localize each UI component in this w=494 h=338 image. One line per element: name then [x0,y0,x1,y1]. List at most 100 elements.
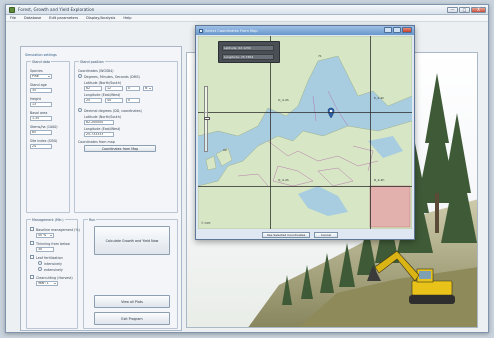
select-coordinates-dialog: Select Coordinates From Map 71 O_4-4h P_… [195,25,415,240]
map-grid-line [198,186,412,187]
map-view[interactable]: 71 O_4-4h P_4-4h 90 Q_4-4h R_4-4h Latitu… [198,36,412,229]
management-title: Management (Mtr.) [31,217,65,222]
thinning-label: Thinning from below [36,241,70,246]
menu-bar: File Database Edit parameters Display/An… [6,15,488,22]
latitude-readout: Latitude: 62.1234 [222,45,274,51]
dialog-window-controls [384,27,412,33]
menu-file[interactable]: File [10,16,16,20]
grid-cell-label: 90 [223,148,227,152]
lon-minutes-input[interactable]: 44 [105,98,123,103]
thinning-input[interactable]: 30 [36,247,54,252]
extensive-radio[interactable] [38,267,42,271]
calculate-button[interactable]: Calculate Growth and Yield Now [94,226,170,255]
coordinates-from-map-button[interactable]: Coordinates from Map [84,145,156,152]
site-index-input[interactable]: 24 [30,144,52,149]
coordinates-label: Coordinates (WGS84) [78,69,114,73]
clearcutting-checkbox[interactable] [30,275,34,279]
baseline-checkbox[interactable] [30,227,34,231]
dialog-maximize-button[interactable] [393,27,401,33]
title-bar[interactable]: Forest, Growth and Yield Exploration — □… [6,5,488,15]
coordinates-readout: Latitude: 62.1234 Longitude: 25.7654 [218,41,280,63]
grid-cell-label: O_4-4h [278,98,289,102]
height-input[interactable]: 13 [30,102,52,107]
dialog-title: Select Coordinates From Map [205,28,258,33]
lon-degrees-input[interactable]: 25 [84,98,102,103]
map-grid-line [270,36,271,229]
use-selected-coordinates-button[interactable]: Use Selected Coordinates [262,232,310,238]
menu-help[interactable]: Help [123,16,131,20]
decimal-degrees-radio[interactable] [78,108,82,112]
run-title: Run [88,217,97,222]
menu-database[interactable]: Database [24,16,41,20]
settings-title: Simulation settings [25,53,57,57]
lat-minutes-input[interactable]: 12 [105,86,123,91]
view-plots-button[interactable]: View all Plots [94,295,170,308]
latitude-label: Latitude (North/South) [84,81,122,85]
stems-input[interactable]: 65 [30,130,52,135]
map-copyright: © OSM [201,222,211,225]
map-grid-line [198,112,412,113]
grid-cell-label: Q_4-4h [278,178,289,182]
dms-option-label: Degrees, Minutes, Seconds (DMS) [84,74,140,79]
stems-label: Stems/ha (1000) [30,125,58,129]
dialog-icon [199,28,203,33]
europe-map-graphic [198,36,412,229]
baseline-label: Baseline management (%) [36,227,80,232]
management-group: Management (Mtr.) Baseline management (%… [26,217,80,329]
height-label: Height [30,97,41,101]
stand-data-group: Stand data Species Pine Stand age 35 Hei… [26,59,70,213]
maximize-button[interactable]: □ [459,6,470,13]
lat-degrees-input[interactable]: 62 [84,86,102,91]
lat-hemisphere-select[interactable]: N [143,86,153,91]
basal-area-input[interactable]: 1.35 [30,116,52,121]
longitude-decimal-input[interactable]: 25.733333 [84,132,114,137]
basal-area-label: Basal area [30,111,48,115]
from-map-label: Coordinates from map [78,140,115,144]
map-grid-line [370,36,371,229]
run-group: Run Calculate Growth and Yield Now View … [83,217,178,329]
stand-position-group: Stand position Coordinates (WGS84) Degre… [74,59,178,213]
app-title: Forest, Growth and Yield Exploration [18,7,95,12]
latitude2-label: Latitude (North/South) [84,115,122,119]
clearcutting-year-select[interactable]: Year: 1 [36,281,58,286]
stand-age-label: Stand age [30,83,47,87]
intensive-radio[interactable] [38,261,42,265]
menu-edit-parameters[interactable]: Edit parameters [49,16,78,20]
site-index-label: Site index (SI50) [30,139,58,143]
grid-cell-label: P_4-4h [374,96,385,100]
dialog-minimize-button[interactable] [384,27,392,33]
cancel-button[interactable]: Cancel [314,232,338,238]
longitude2-label: Longitude (East/West) [84,127,121,131]
lat-seconds-input[interactable]: 0 [126,86,140,91]
grid-cell-label: 71 [318,54,322,58]
stand-position-title: Stand position [79,59,105,64]
app-logo-icon [9,6,15,13]
close-button[interactable]: X [471,6,486,13]
stand-age-input[interactable]: 35 [30,88,52,93]
minimize-button[interactable]: — [447,6,458,13]
decimal-option-label: Decimal degrees (DD, coordinates) [84,108,142,113]
lon-seconds-input[interactable]: 0 [126,98,140,103]
intensive-label: intensively [44,261,62,266]
longitude-label: Longitude (East/West) [84,93,121,97]
zoom-slider-handle[interactable] [204,117,210,120]
dms-radio[interactable] [78,74,82,78]
species-select[interactable]: Pine [30,74,52,79]
latitude-decimal-input[interactable]: 62.200000 [84,120,114,125]
dialog-close-button[interactable] [402,27,412,33]
menu-display-analysis[interactable]: Display/Analysis [86,16,115,20]
grid-cell-label: R_4-4h [374,178,385,182]
fertilization-checkbox[interactable] [30,255,34,259]
thinning-checkbox[interactable] [30,241,34,245]
fertilization-label: Leaf fertilization [36,255,63,260]
longitude-readout: Longitude: 25.7654 [222,54,274,60]
window-controls: — □ X [447,6,486,13]
zoom-slider[interactable] [204,86,210,152]
baseline-select[interactable]: 50 % [36,233,54,238]
stand-data-title: Stand data [31,59,52,64]
species-label: Species [30,69,43,73]
extensive-label: extensively [44,267,63,272]
dialog-title-bar[interactable]: Select Coordinates From Map [196,26,414,35]
settings-panel: Simulation settings Stand data Species P… [20,46,182,331]
exit-button[interactable]: Exit Program [94,312,170,325]
